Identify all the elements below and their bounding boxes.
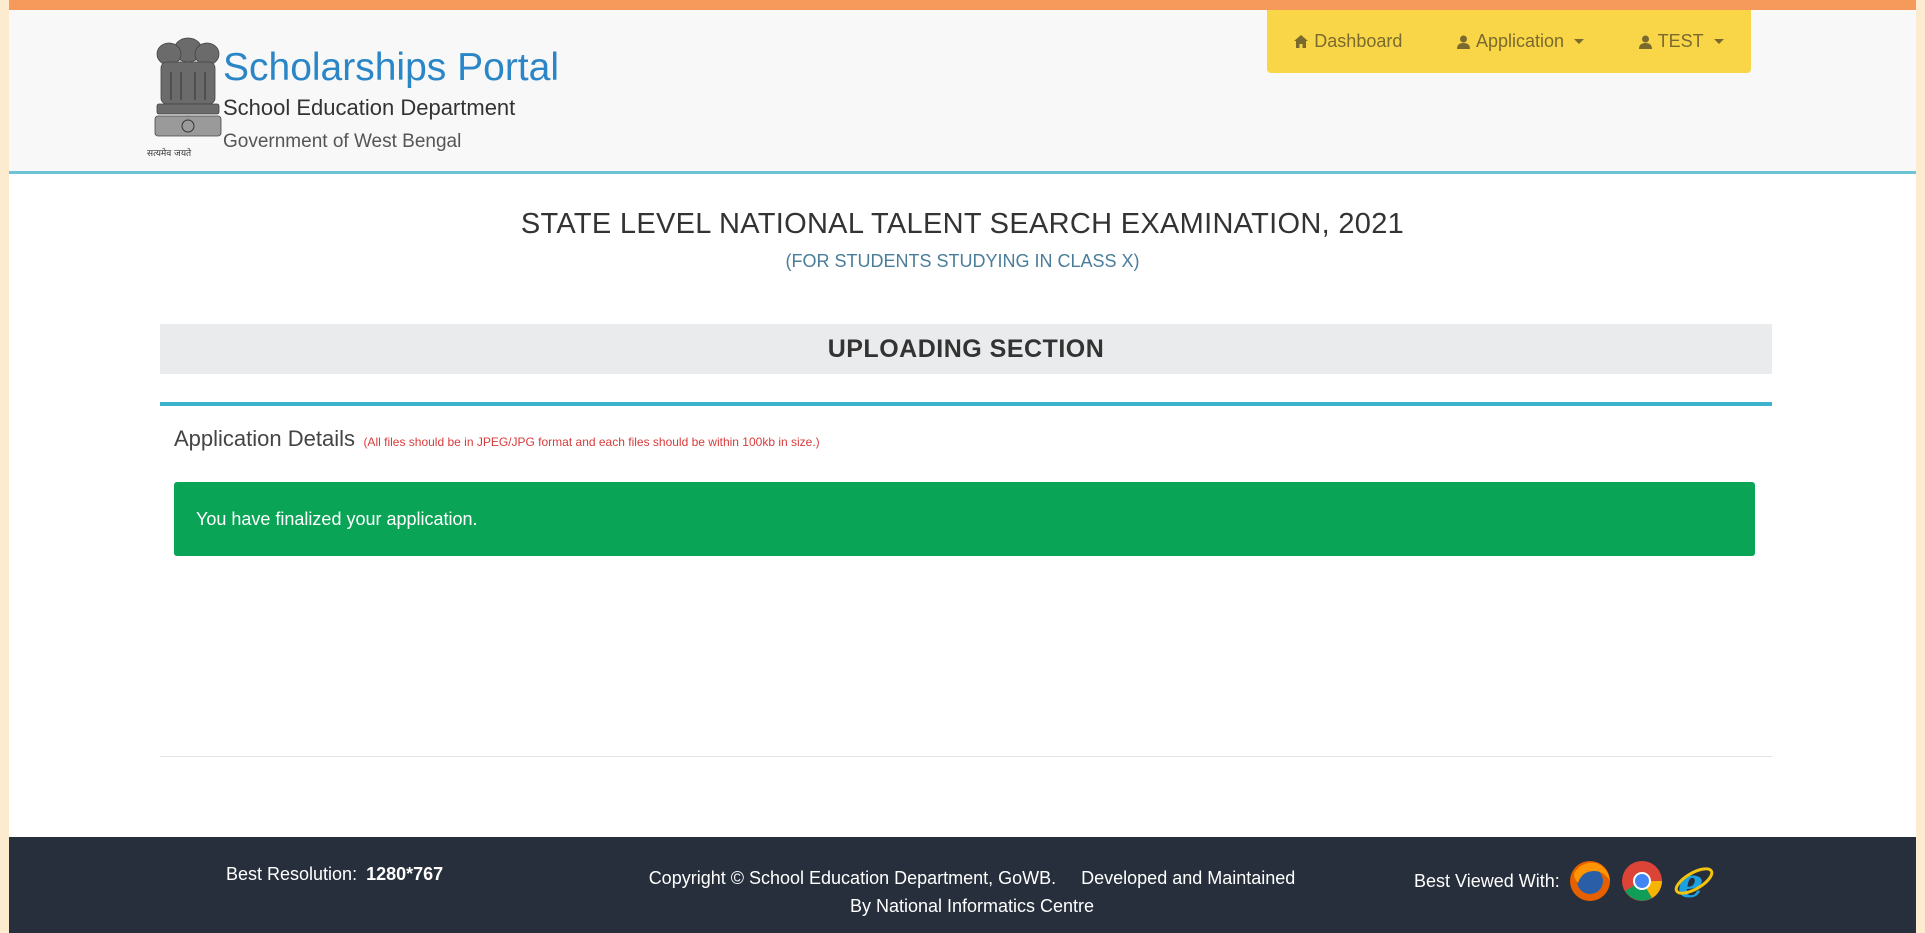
panel-header: Application Details (All files should be… bbox=[174, 426, 820, 452]
page-subtitle: (FOR STUDENTS STUDYING IN CLASS X) bbox=[785, 251, 1140, 271]
top-accent-strip bbox=[9, 0, 1916, 10]
alert-message: You have finalized your application. bbox=[196, 508, 478, 529]
user-icon bbox=[1456, 35, 1470, 49]
site-footer: Best Resolution: 1280*767 Copyright © Sc… bbox=[9, 837, 1916, 933]
page-title: STATE LEVEL NATIONAL TALENT SEARCH EXAMI… bbox=[520, 208, 1405, 240]
best-resolution-label: Best Resolution: bbox=[226, 864, 358, 884]
government-name: Government of West Bengal bbox=[223, 131, 462, 152]
emblem-caption: सत्यमेव जयते bbox=[147, 147, 192, 159]
section-title: UPLOADING SECTION bbox=[827, 334, 1105, 363]
state-emblem-logo: सत्यमेव जयते bbox=[147, 37, 222, 159]
copyright-text: Copyright © School Education Department,… bbox=[587, 864, 1357, 920]
firefox-icon bbox=[1569, 861, 1610, 901]
nav-user-label: TEST bbox=[1657, 31, 1704, 51]
nav-user-dropdown[interactable]: TEST bbox=[1638, 31, 1724, 52]
nav-dashboard[interactable]: Dashboard bbox=[1294, 31, 1402, 52]
nav-dashboard-label: Dashboard bbox=[1314, 31, 1403, 51]
nav-application-label: Application bbox=[1475, 31, 1565, 51]
copyright-line-1: Copyright © School Education Department,… bbox=[648, 868, 1296, 888]
section-heading: UPLOADING SECTION bbox=[160, 324, 1772, 374]
panel-title: Application Details bbox=[174, 426, 355, 451]
best-viewed-with: Best Viewed With: e bbox=[1414, 859, 1716, 903]
user-icon bbox=[1638, 35, 1652, 49]
chevron-down-icon bbox=[1574, 39, 1585, 44]
internet-explorer-icon: e bbox=[1674, 860, 1714, 903]
home-icon bbox=[1294, 35, 1309, 48]
department-name: School Education Department bbox=[223, 95, 516, 120]
file-format-note: (All files should be in JPEG/JPG format … bbox=[363, 435, 820, 449]
chevron-down-icon bbox=[1713, 39, 1724, 44]
copyright-line-2: By National Informatics Centre bbox=[849, 896, 1095, 916]
site-header: सत्यमेव जयते Scholarships Portal School … bbox=[9, 10, 1916, 174]
best-resolution-value: 1280*767 bbox=[366, 864, 444, 884]
best-viewed-label: Best Viewed With: bbox=[1414, 870, 1560, 891]
best-resolution: Best Resolution: 1280*767 bbox=[226, 864, 443, 885]
page: सत्यमेव जयते Scholarships Portal School … bbox=[9, 0, 1916, 933]
success-alert: You have finalized your application. bbox=[174, 482, 1755, 556]
top-navbar: Dashboard Application TEST bbox=[1267, 10, 1751, 73]
chrome-icon bbox=[1621, 861, 1662, 901]
portal-title[interactable]: Scholarships Portal bbox=[223, 46, 559, 90]
nav-application-dropdown[interactable]: Application bbox=[1456, 31, 1585, 52]
application-details-panel: Application Details (All files should be… bbox=[160, 402, 1772, 757]
